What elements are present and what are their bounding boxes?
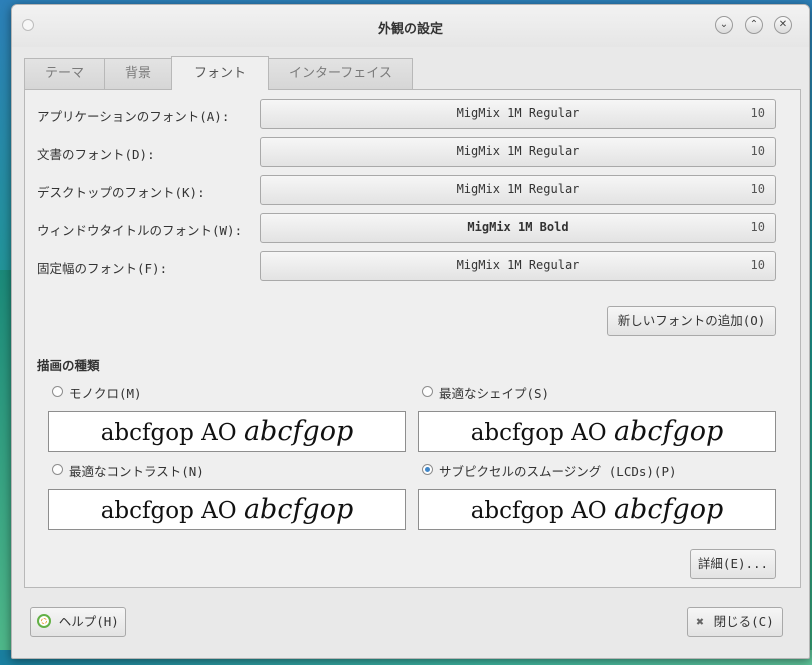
preview-text-italic: abcfgop	[243, 416, 354, 447]
add-font-button[interactable]: 新しいフォントの追加(O)	[607, 306, 776, 336]
font-name: MigMix 1M Bold	[467, 220, 569, 234]
preview-text-normal: abcfgop AO	[100, 420, 237, 446]
tab-background[interactable]: 背景	[104, 58, 173, 89]
fonts-panel: アプリケーションのフォント(A): MigMix 1M Regular 10 文…	[24, 89, 801, 588]
font-label-monospace: 固定幅のフォント(F):	[37, 261, 168, 276]
title-bar[interactable]: 外観の設定 ⌄ ⌃ ✕	[12, 5, 809, 47]
font-name: MigMix 1M Regular	[456, 258, 580, 272]
close-button[interactable]: ✖ 閉じる(C)	[687, 607, 783, 637]
window-title: 外観の設定	[377, 22, 443, 37]
font-name: MigMix 1M Regular	[456, 106, 580, 120]
radio-label: 最適なコントラスト(N)	[69, 464, 204, 479]
radio-button[interactable]	[422, 386, 433, 397]
settings-tabs: テーマ 背景 フォント インターフェイス	[24, 56, 413, 90]
close-window-button[interactable]: ✕	[774, 16, 792, 34]
font-size: 10	[750, 258, 765, 272]
maximize-button[interactable]: ⌃	[745, 16, 763, 34]
font-size: 10	[750, 182, 765, 196]
radio-button[interactable]	[52, 386, 63, 397]
minimize-button[interactable]: ⌄	[715, 16, 733, 34]
font-size: 10	[750, 220, 765, 234]
tab-theme[interactable]: テーマ	[24, 58, 106, 89]
font-row-application: アプリケーションのフォント(A): MigMix 1M Regular 10	[25, 99, 800, 129]
font-label-desktop: デスクトップのフォント(K):	[37, 185, 205, 200]
help-button-label: ヘルプ(H)	[58, 614, 119, 629]
monospace-font-button[interactable]: MigMix 1M Regular 10	[260, 251, 776, 281]
help-button[interactable]: ヘルプ(H)	[30, 607, 126, 637]
preview-text-normal: abcfgop AO	[100, 498, 237, 524]
font-size: 10	[750, 144, 765, 158]
font-name: MigMix 1M Regular	[456, 144, 580, 158]
preview-text-italic: abcfgop	[613, 494, 724, 525]
font-row-desktop: デスクトップのフォント(K): MigMix 1M Regular 10	[25, 175, 800, 205]
preview-monochrome: abcfgop AO abcfgop	[48, 411, 406, 452]
preview-text-normal: abcfgop AO	[470, 420, 607, 446]
font-row-document: 文書のフォント(D): MigMix 1M Regular 10	[25, 137, 800, 167]
font-label-application: アプリケーションのフォント(A):	[37, 109, 230, 124]
rendering-section-title: 描画の種類	[37, 358, 100, 373]
help-icon	[37, 614, 52, 628]
font-name: MigMix 1M Regular	[456, 182, 580, 196]
document-font-button[interactable]: MigMix 1M Regular 10	[260, 137, 776, 167]
window-title-font-button[interactable]: MigMix 1M Bold 10	[260, 213, 776, 243]
preview-best-shape: abcfgop AO abcfgop	[418, 411, 776, 452]
radio-button-selected[interactable]	[422, 464, 433, 475]
preview-best-contrast: abcfgop AO abcfgop	[48, 489, 406, 530]
tab-fonts[interactable]: フォント	[171, 56, 270, 90]
preview-text-italic: abcfgop	[613, 416, 724, 447]
radio-label: サブピクセルのスムージング (LCDs)(P)	[439, 464, 677, 479]
radio-button[interactable]	[52, 464, 63, 475]
radio-label: モノクロ(M)	[69, 386, 142, 401]
font-label-document: 文書のフォント(D):	[37, 147, 155, 162]
close-button-label: 閉じる(C)	[713, 614, 774, 629]
preview-text-italic: abcfgop	[243, 494, 354, 525]
desktop-font-button[interactable]: MigMix 1M Regular 10	[260, 175, 776, 205]
font-row-monospace: 固定幅のフォント(F): MigMix 1M Regular 10	[25, 251, 800, 281]
details-button[interactable]: 詳細(E)...	[690, 549, 776, 579]
appearance-settings-window: 外観の設定 ⌄ ⌃ ✕ テーマ 背景 フォント インターフェイス アプリケーショ…	[11, 4, 810, 659]
tab-interface[interactable]: インターフェイス	[268, 58, 413, 89]
preview-subpixel-smoothing: abcfgop AO abcfgop	[418, 489, 776, 530]
application-font-button[interactable]: MigMix 1M Regular 10	[260, 99, 776, 129]
close-icon: ✖	[696, 615, 705, 630]
radio-label: 最適なシェイプ(S)	[439, 386, 550, 401]
preview-text-normal: abcfgop AO	[470, 498, 607, 524]
font-label-window-title: ウィンドウタイトルのフォント(W):	[37, 223, 243, 238]
font-row-window-title: ウィンドウタイトルのフォント(W): MigMix 1M Bold 10	[25, 213, 800, 243]
font-size: 10	[750, 106, 765, 120]
